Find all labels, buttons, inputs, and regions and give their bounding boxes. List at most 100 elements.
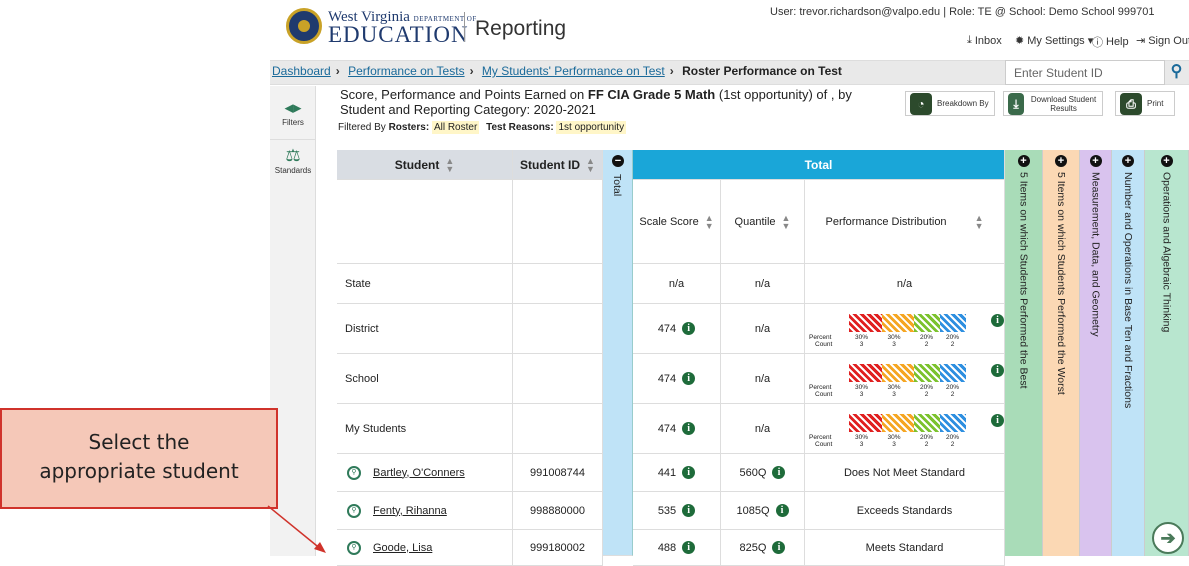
reporting-category-column[interactable]: + Operations and Algebraic Thinking xyxy=(1145,150,1189,556)
student-row-name[interactable]: ⚲ Fenty, Rihanna xyxy=(337,492,513,530)
breakdown-by-button[interactable]: ◔ Breakdown By xyxy=(905,91,995,116)
distribution-value: 30% 3 xyxy=(854,334,868,348)
aggregate-row-id xyxy=(513,304,603,354)
performance-distribution-bar: Percent Count 30% 3 30% 3 20% 2 20% 2 xyxy=(809,306,977,351)
instruction-callout: Select the appropriate student xyxy=(0,408,278,509)
student-row-name[interactable]: ⚲ Goode, Lisa xyxy=(337,530,513,566)
scales-icon: ⚖ xyxy=(285,146,301,165)
filters-button[interactable]: ◂▸ Filters xyxy=(270,98,316,127)
student-detail-icon[interactable]: ⚲ xyxy=(347,540,361,555)
distribution-segment xyxy=(849,314,882,332)
expand-plus-icon[interactable]: + xyxy=(1055,155,1067,167)
app-title: Reporting xyxy=(475,17,567,40)
performance-level: Meets Standard xyxy=(805,530,1005,566)
inbox-link[interactable]: ⤓ Inbox xyxy=(967,34,1002,47)
download-results-button[interactable]: ⤓ Download Student Results xyxy=(1003,91,1103,116)
student-name-link[interactable]: Fenty, Rihanna xyxy=(373,505,447,517)
distribution-segment xyxy=(914,364,940,382)
student-id-value: 991008744 xyxy=(513,454,603,492)
signout-link[interactable]: ⇥ Sign Out xyxy=(1136,34,1189,48)
user-info: User: trevor.richardson@valpo.edu | Role… xyxy=(770,6,1155,18)
student-name-link[interactable]: Goode, Lisa xyxy=(373,542,432,554)
breadcrumb-my-students[interactable]: My Students' Performance on Test xyxy=(482,64,665,78)
info-icon[interactable]: i xyxy=(682,504,696,517)
printer-icon: ⎙ xyxy=(1120,92,1142,115)
info-icon[interactable]: i xyxy=(772,541,786,554)
reporting-category-label: 5 Items on which Students Performed the … xyxy=(1017,172,1030,389)
help-link[interactable]: ⓘ Help xyxy=(1092,34,1129,50)
distribution-value: 30% 3 xyxy=(887,334,901,348)
distribution-value: 30% 3 xyxy=(887,434,901,448)
standards-button[interactable]: ⚖ Standards xyxy=(270,139,316,175)
performance-level: Does Not Meet Standard xyxy=(805,454,1005,492)
breadcrumb: Dashboard › Performance on Tests › My Stud… xyxy=(272,64,842,78)
info-icon[interactable]: i xyxy=(775,504,789,517)
performance-distribution-bar: Percent Count 30% 3 30% 3 20% 2 20% 2 xyxy=(809,356,977,401)
distribution-segment xyxy=(914,314,940,332)
info-icon[interactable]: i xyxy=(991,414,1004,427)
help-label: Help xyxy=(1106,36,1129,48)
quantile-value: 825Q i xyxy=(721,530,805,566)
search-icon[interactable]: ⚲ xyxy=(1164,60,1189,85)
pie-chart-icon: ◔ xyxy=(910,92,932,115)
reporting-category-column[interactable]: +5 Items on which Students Performed the… xyxy=(1005,150,1043,556)
download-label: Download Student Results xyxy=(1030,94,1097,113)
performance-level: Exceeds Standards xyxy=(805,492,1005,530)
distribution-row-labels: Percent Count xyxy=(809,384,833,398)
expand-plus-icon[interactable]: + xyxy=(1122,155,1134,167)
quantile-header[interactable]: Quantile ▲ ▼ xyxy=(721,180,805,264)
student-id-value: 998880000 xyxy=(513,492,603,530)
quantile-value: n/a xyxy=(721,404,805,454)
scale-score-value: n/a xyxy=(633,264,721,304)
info-icon[interactable]: i xyxy=(682,322,696,335)
distribution-value: 30% 3 xyxy=(887,384,901,398)
distribution-cell: Percent Count 30% 3 30% 3 20% 2 20% 2 i xyxy=(805,354,1005,404)
distribution-segment xyxy=(849,364,882,382)
settings-link[interactable]: ✹ My Settings ▾ xyxy=(1015,34,1093,47)
print-button[interactable]: ⎙ Print xyxy=(1115,91,1175,116)
student-detail-icon[interactable]: ⚲ xyxy=(347,465,361,480)
expand-plus-icon[interactable]: + xyxy=(1017,155,1030,167)
breakdown-label: Breakdown By xyxy=(937,99,989,108)
info-icon[interactable]: i xyxy=(682,541,696,554)
quantile-value: n/a xyxy=(721,304,805,354)
report-title: Score, Performance and Points Earned on … xyxy=(340,87,852,117)
filters-icon: ◂▸ xyxy=(284,98,302,117)
expand-plus-icon[interactable]: + xyxy=(1089,155,1102,167)
state-seal-logo xyxy=(286,8,322,44)
info-icon[interactable]: i xyxy=(772,466,786,479)
info-icon[interactable]: i xyxy=(991,364,1004,377)
breadcrumb-dashboard[interactable]: Dashboard xyxy=(272,64,331,78)
reporting-category-column[interactable]: + Number and Operations in Base Ten and F… xyxy=(1112,150,1145,556)
scale-score-header[interactable]: Scale Score ▲ ▼ xyxy=(633,180,721,264)
distribution-header[interactable]: Performance Distribution ▲ ▼ xyxy=(805,180,1005,264)
info-icon[interactable]: i xyxy=(682,372,696,385)
scroll-right-button[interactable]: ➔ xyxy=(1152,522,1184,554)
inbox-label: Inbox xyxy=(974,34,1002,47)
aggregate-row-id xyxy=(513,404,603,454)
scale-score-value: 488 i xyxy=(633,530,721,566)
reporting-category-label: Operations and Algebraic Thinking xyxy=(1160,172,1173,333)
breadcrumb-performance[interactable]: Performance on Tests xyxy=(348,64,465,78)
reporting-category-column[interactable]: + Measurement, Data, and Geometry xyxy=(1080,150,1112,556)
info-icon[interactable]: i xyxy=(991,314,1004,327)
quantile-value: 560Q i xyxy=(721,454,805,492)
sort-icon: ▲ ▼ xyxy=(586,155,595,174)
distribution-value: 20% 2 xyxy=(945,384,959,398)
sort-icon: ▲ ▼ xyxy=(704,212,714,231)
student-id-column-header[interactable]: Student ID ▲ ▼ xyxy=(513,150,603,180)
student-id-search-input[interactable]: Enter Student ID xyxy=(1005,60,1165,85)
distribution-segment xyxy=(940,314,966,332)
expand-plus-icon[interactable]: + xyxy=(1160,155,1173,167)
reporting-category-column[interactable]: +5 Items on which Students Performed the… xyxy=(1043,150,1080,556)
aggregate-row-name: District xyxy=(337,304,513,354)
print-label: Print xyxy=(1147,99,1164,108)
info-icon[interactable]: i xyxy=(682,466,696,479)
student-row-name[interactable]: ⚲ Bartley, O'Conners xyxy=(337,454,513,492)
student-detail-icon[interactable]: ⚲ xyxy=(347,503,361,518)
info-icon[interactable]: i xyxy=(682,422,696,435)
total-collapse-column[interactable]: − Total xyxy=(603,150,633,556)
student-column-header[interactable]: Student ▲ ▼ xyxy=(337,150,513,180)
distribution-value: 20% 2 xyxy=(945,434,959,448)
student-name-link[interactable]: Bartley, O'Conners xyxy=(373,467,465,479)
